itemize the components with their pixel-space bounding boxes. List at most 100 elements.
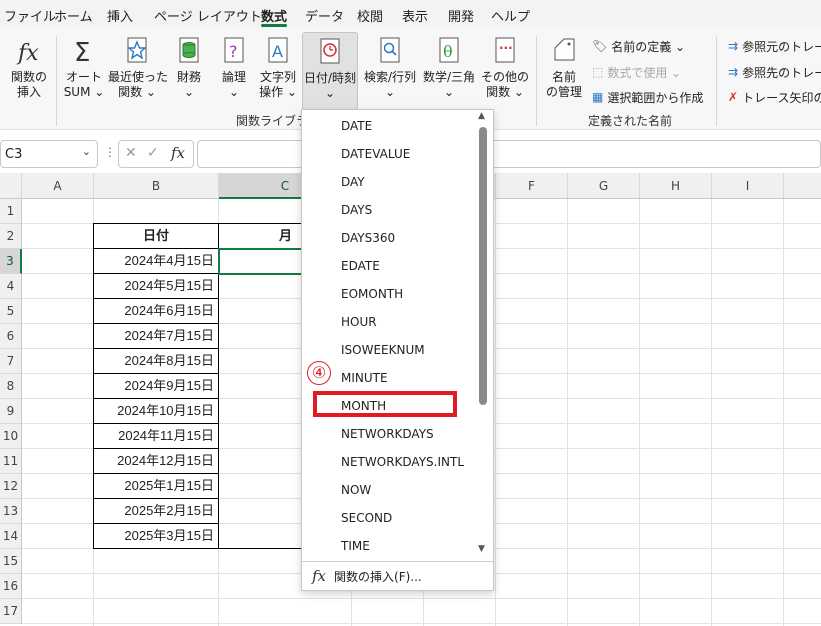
menu-item-networkdays[interactable]: NETWORKDAYS [341, 427, 434, 441]
tab-page-layout[interactable]: ページ レイアウト [154, 6, 262, 25]
financial-button[interactable]: 財務 ⌄ [170, 32, 208, 108]
tab-developer[interactable]: 開発 [448, 6, 474, 25]
menu-item-edate[interactable]: EDATE [341, 259, 380, 273]
row-header[interactable]: 16 [0, 574, 22, 599]
menu-item-day[interactable]: DAY [341, 175, 365, 189]
menu-item-days[interactable]: DAYS [341, 203, 372, 217]
row-header[interactable]: 7 [0, 349, 22, 374]
menu-scroll-thumb[interactable] [479, 127, 487, 405]
tab-formulas[interactable]: 数式 [261, 6, 287, 25]
cell-date[interactable]: 2024年11月15日 [94, 424, 218, 449]
gridline [783, 199, 784, 626]
row-header[interactable]: 8 [0, 374, 22, 399]
row-header[interactable]: 3 [0, 249, 22, 274]
lookup-reference-button[interactable]: 検索/行列 ⌄ [362, 32, 418, 108]
math-icon: θ [434, 36, 464, 66]
insert-function-button[interactable]: fx 関数の 挿入 [6, 32, 52, 108]
cell-date[interactable]: 2024年12月15日 [94, 449, 218, 474]
menu-item-days360[interactable]: DAYS360 [341, 231, 395, 245]
text-button[interactable]: A 文字列 操作 ⌄ [256, 32, 300, 108]
column-header-f[interactable]: F [496, 173, 568, 199]
column-header-g[interactable]: G [568, 173, 640, 199]
tab-file[interactable]: ファイル [4, 6, 56, 25]
column-header-b[interactable]: B [94, 173, 219, 199]
cell-date[interactable]: 2024年4月15日 [94, 249, 218, 274]
menu-item-now[interactable]: NOW [341, 483, 371, 497]
column-header-h[interactable]: H [640, 173, 712, 199]
cell-b2[interactable]: 日付 [94, 224, 218, 249]
row-header[interactable]: 2 [0, 224, 22, 249]
trace-precedents-button[interactable]: ⇉ 参照元のトレー [728, 36, 821, 56]
active-cell-c3[interactable] [218, 248, 303, 275]
menu-item-date[interactable]: DATE [341, 119, 372, 133]
row-header[interactable]: 17 [0, 599, 22, 624]
row-header[interactable]: 1 [0, 199, 22, 224]
use-in-formula-button[interactable]: ⬚ 数式で使用 ⌄ [592, 62, 681, 82]
cell-date[interactable]: 2024年9月15日 [94, 374, 218, 399]
row-header[interactable]: 10 [0, 424, 22, 449]
column-header-a[interactable]: A [22, 173, 94, 199]
trace-dependents-button[interactable]: ⇉ 参照先のトレー [728, 62, 821, 82]
cell-date[interactable]: 2024年5月15日 [94, 274, 218, 299]
menu-item-minute[interactable]: MINUTE [341, 371, 388, 385]
menu-item-second[interactable]: SECOND [341, 511, 392, 525]
svg-text:A: A [272, 42, 283, 61]
cell-date[interactable]: 2024年10月15日 [94, 399, 218, 424]
cancel-icon[interactable]: ✕ [125, 145, 137, 161]
autosum-button[interactable]: Σ オート SUM ⌄ [60, 32, 108, 108]
clock-icon [315, 37, 345, 67]
row-header[interactable]: 11 [0, 449, 22, 474]
insert-function-menu-item[interactable]: fx 関数の挿入(F)... [312, 566, 422, 586]
column-header-i[interactable]: I [712, 173, 784, 199]
row-header[interactable]: 14 [0, 524, 22, 549]
tab-help[interactable]: ヘルプ [491, 6, 530, 25]
row-header[interactable]: 13 [0, 499, 22, 524]
define-name-button[interactable]: 🏷 名前の定義 ⌄ [592, 36, 685, 56]
tab-review[interactable]: 校閲 [357, 6, 383, 25]
row-header[interactable]: 4 [0, 274, 22, 299]
tab-insert[interactable]: 挿入 [107, 6, 133, 25]
create-from-selection-button[interactable]: ▦ 選択範囲から作成 [592, 87, 703, 107]
menu-item-isoweeknum[interactable]: ISOWEEKNUM [341, 343, 425, 357]
scroll-up-icon[interactable]: ▲ [478, 111, 485, 121]
scroll-down-icon[interactable]: ▼ [478, 544, 485, 554]
more-options-icon[interactable]: ⋮ [104, 145, 116, 159]
date-time-function-menu: DATE DATEVALUE DAY DAYS DAYS360 EDATE EO… [301, 109, 494, 591]
name-manager-button[interactable]: 名前 の管理 [542, 32, 586, 108]
math-trig-button[interactable]: θ 数学/三角 ⌄ [421, 32, 477, 108]
cell-date[interactable]: 2025年2月15日 [94, 499, 218, 524]
menu-item-datevalue[interactable]: DATEVALUE [341, 147, 410, 161]
menu-item-eomonth[interactable]: EOMONTH [341, 287, 403, 301]
row-header[interactable]: 5 [0, 299, 22, 324]
remove-arrows-button[interactable]: ✗ トレース矢印の [728, 87, 821, 107]
tab-home[interactable]: ホーム [54, 6, 93, 25]
recently-used-button[interactable]: 最近使った 関数 ⌄ [108, 32, 168, 108]
insert-function-icon[interactable]: fx [171, 144, 185, 162]
row-header[interactable]: 12 [0, 474, 22, 499]
row-header[interactable]: 9 [0, 399, 22, 424]
use-in-formula-icon: ⬚ [592, 65, 604, 79]
name-box[interactable]: C3 ⌄ [0, 140, 98, 168]
tab-view[interactable]: 表示 [402, 6, 428, 25]
tab-data[interactable]: データ [305, 6, 344, 25]
more-functions-icon: ··· [490, 36, 520, 66]
select-all-corner[interactable] [0, 173, 22, 199]
cell-date[interactable]: 2025年1月15日 [94, 474, 218, 499]
formula-input[interactable] [197, 140, 821, 168]
create-from-selection-icon: ▦ [592, 90, 604, 104]
cell-date[interactable]: 2024年6月15日 [94, 299, 218, 324]
menu-item-hour[interactable]: HOUR [341, 315, 377, 329]
menu-item-time[interactable]: TIME [341, 539, 370, 553]
column-header-j[interactable] [784, 173, 821, 199]
row-header[interactable]: 15 [0, 549, 22, 574]
row-header[interactable]: 6 [0, 324, 22, 349]
remove-arrows-icon: ✗ [728, 90, 739, 104]
more-functions-button[interactable]: ··· その他の 関数 ⌄ [480, 32, 530, 108]
cell-date[interactable]: 2024年8月15日 [94, 349, 218, 374]
menu-item-networkdays-intl[interactable]: NETWORKDAYS.INTL [341, 455, 464, 469]
logical-button[interactable]: ? 論理 ⌄ [215, 32, 253, 108]
cell-date[interactable]: 2024年7月15日 [94, 324, 218, 349]
cell-date[interactable]: 2025年3月15日 [94, 524, 218, 549]
date-time-button[interactable]: 日付/時刻 ⌄ [302, 32, 358, 110]
confirm-icon[interactable]: ✓ [147, 145, 159, 161]
